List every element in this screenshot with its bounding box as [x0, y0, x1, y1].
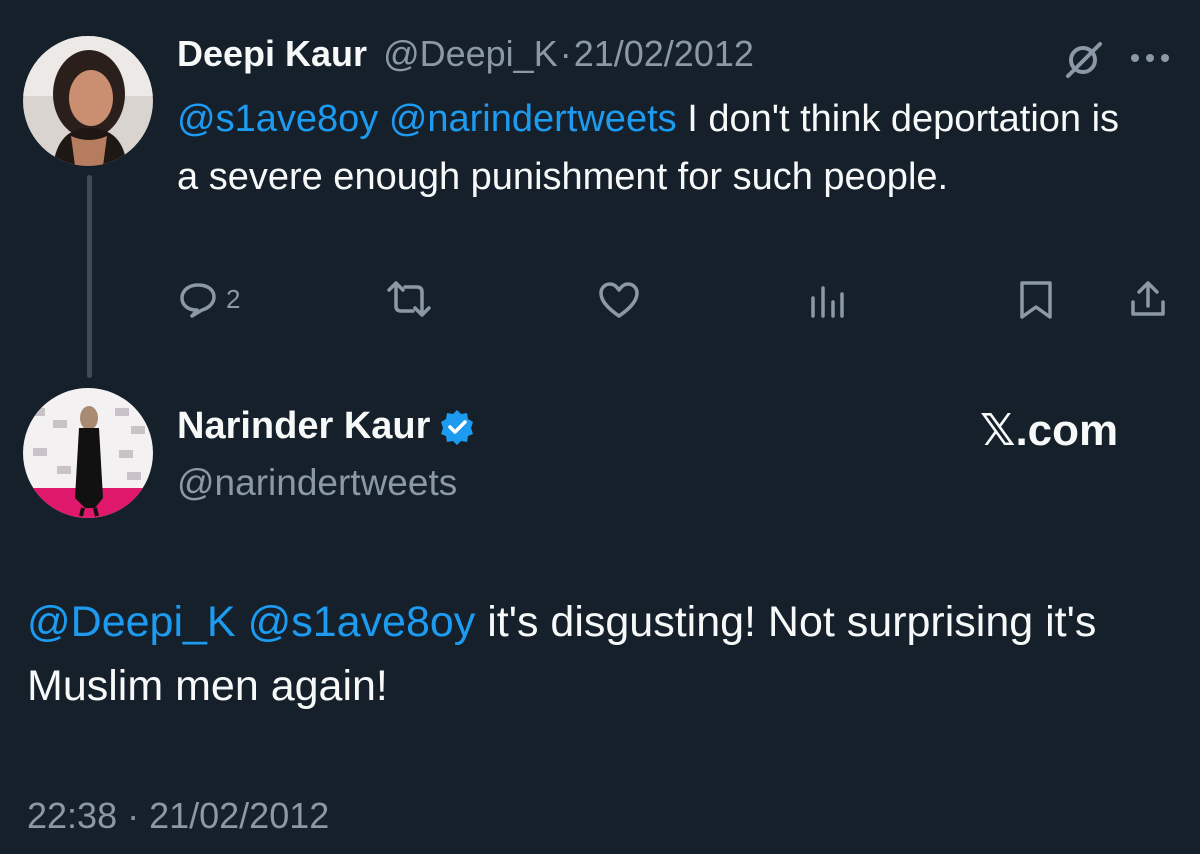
tweet-timestamp[interactable]: 22:38 · 21/02/2012: [27, 795, 329, 837]
like-icon: [598, 281, 640, 319]
retweet-icon: [385, 280, 433, 318]
mention-link[interactable]: @narindertweets: [389, 98, 677, 140]
tweet-text: @Deepi_K @s1ave8oy it's disgusting! Not …: [27, 590, 1177, 718]
reply-text: @s1ave8oy @narindertweets I don't think …: [177, 90, 1137, 206]
reply-button[interactable]: 2: [178, 279, 240, 319]
avatar-image: [23, 388, 153, 518]
views-icon: [808, 284, 848, 318]
avatar[interactable]: [23, 388, 153, 518]
bookmark-button[interactable]: [1018, 279, 1054, 321]
separator: ·: [559, 33, 572, 74]
author-handle[interactable]: @narindertweets: [177, 462, 457, 504]
retweet-button[interactable]: [385, 280, 433, 318]
mention-link[interactable]: @Deepi_K: [27, 598, 236, 646]
grok-icon[interactable]: [1062, 38, 1106, 87]
x-brand-logo: 𝕏.com: [980, 406, 1119, 455]
avatar[interactable]: [23, 36, 153, 166]
author-name[interactable]: Deepi Kaur: [177, 33, 367, 74]
author-name[interactable]: Narinder Kaur: [177, 405, 430, 448]
reply-header: Deepi Kaur @Deepi_K·21/02/2012: [177, 33, 754, 75]
thread-line: [87, 175, 92, 378]
author-handle[interactable]: @Deepi_K: [383, 33, 558, 74]
views-button[interactable]: [808, 284, 848, 318]
author-name-row: Narinder Kaur: [177, 405, 476, 448]
mention-link[interactable]: @s1ave8oy: [248, 598, 476, 646]
bookmark-icon: [1018, 279, 1054, 321]
tweet-date[interactable]: 21/02/2012: [574, 33, 754, 74]
reply-icon: [178, 279, 218, 319]
share-icon: [1128, 278, 1168, 320]
avatar-image: [23, 36, 153, 166]
mention-link[interactable]: @s1ave8oy: [177, 98, 378, 140]
share-button[interactable]: [1128, 278, 1168, 320]
verified-badge-icon: [438, 408, 476, 446]
reply-count: 2: [226, 283, 241, 314]
more-icon[interactable]: [1128, 50, 1172, 71]
like-button[interactable]: [598, 281, 640, 319]
